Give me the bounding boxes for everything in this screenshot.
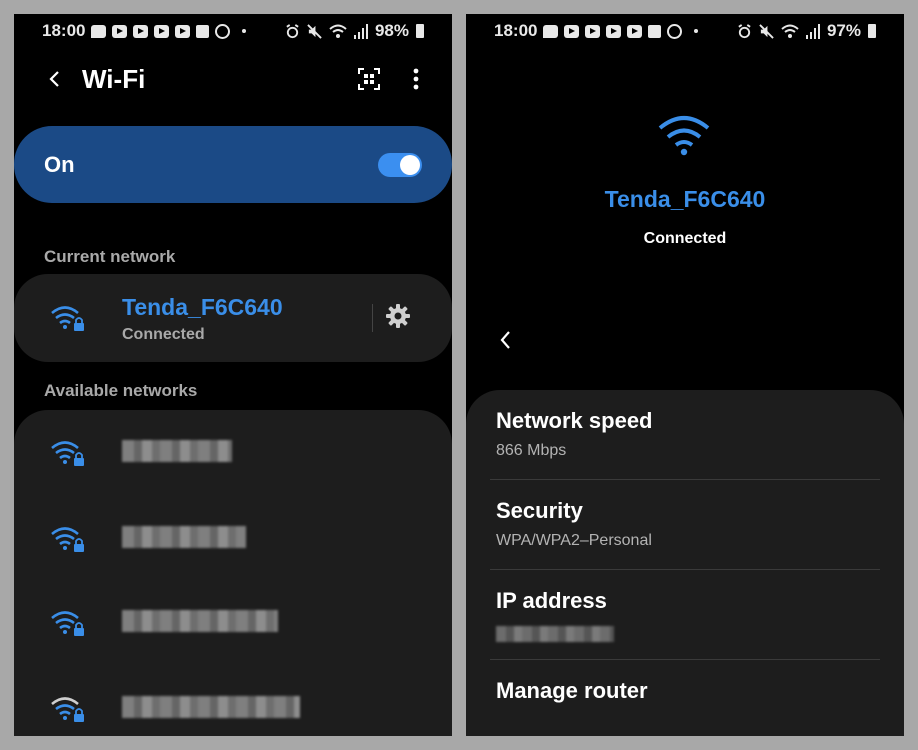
redacted-network-name — [122, 610, 278, 632]
youtube-notification-icon — [606, 24, 622, 38]
current-network-name: Tenda_F6C640 — [122, 294, 283, 320]
youtube-notification-icon — [175, 24, 191, 38]
alarm-icon — [738, 23, 751, 38]
mute-icon — [307, 23, 322, 39]
youtube-notification-icon — [585, 24, 601, 38]
wifi-toggle-switch[interactable] — [378, 152, 422, 177]
back-arrow-icon[interactable] — [494, 327, 518, 353]
more-vert-icon[interactable] — [406, 66, 426, 92]
ip-address-row: IP address — [490, 570, 880, 660]
signal-icon — [353, 23, 368, 39]
network-details-card: Network speed 866 Mbps Security WPA/WPA2… — [466, 390, 904, 736]
network-row[interactable] — [14, 580, 452, 664]
network-speed-row: Network speed 866 Mbps — [490, 390, 880, 480]
alarm-icon — [286, 23, 299, 38]
network-details-screen: 18:00 97% Tenda_F6C640 Connected Network… — [466, 14, 904, 736]
battery-icon — [416, 24, 424, 38]
wifi-status-icon — [329, 24, 347, 38]
wifi-toggle-card[interactable]: On — [14, 126, 452, 203]
security-row: Security WPA/WPA2–Personal — [490, 480, 880, 570]
wifi-lock-icon — [51, 441, 84, 466]
youtube-notification-icon — [627, 24, 643, 38]
current-network-card[interactable]: Tenda_F6C640 Connected — [14, 274, 452, 362]
network-row[interactable] — [14, 666, 452, 736]
status-time: 18:00 — [42, 21, 86, 40]
wifi-large-icon — [658, 116, 710, 156]
youtube-notification-icon — [112, 24, 128, 38]
available-networks-header: Available networks — [44, 381, 198, 400]
sync-icon — [667, 23, 683, 39]
current-network-header: Current network — [44, 247, 176, 266]
security-value: WPA/WPA2–Personal — [496, 532, 652, 549]
qr-scan-icon[interactable] — [356, 66, 382, 92]
battery-percent: 98% — [374, 21, 409, 40]
network-name-title: Tenda_F6C640 — [604, 186, 766, 212]
linkedin-notification-icon — [196, 24, 210, 38]
back-arrow-icon[interactable] — [40, 64, 70, 94]
manage-router-label: Manage router — [496, 678, 648, 703]
battery-percent: 97% — [826, 21, 861, 40]
battery-icon — [868, 24, 876, 38]
status-bar: 18:00 97% — [466, 14, 904, 48]
signal-icon — [805, 23, 820, 39]
wifi-status-icon — [781, 24, 799, 38]
redacted-network-name — [122, 440, 232, 462]
gear-icon[interactable] — [385, 303, 411, 329]
status-time: 18:00 — [494, 21, 538, 40]
youtube-notification-icon — [564, 24, 580, 38]
redacted-ip-value — [496, 626, 614, 642]
network-speed-label: Network speed — [496, 408, 653, 433]
sync-icon — [215, 23, 231, 39]
network-speed-value: 866 Mbps — [496, 442, 567, 459]
switch-knob — [400, 154, 420, 175]
mute-icon — [759, 23, 774, 39]
youtube-notification-icon — [154, 24, 170, 38]
redacted-network-name — [122, 526, 246, 548]
message-notification-icon — [91, 24, 107, 38]
app-bar: Wi-Fi — [14, 58, 452, 102]
wifi-lock-icon — [51, 611, 84, 636]
wifi-lock-weak-icon — [51, 697, 84, 722]
network-row[interactable] — [14, 410, 452, 494]
current-network-status: Connected — [122, 326, 205, 343]
wifi-lock-icon — [51, 306, 84, 331]
message-notification-icon — [543, 24, 559, 38]
manage-router-row[interactable]: Manage router — [490, 660, 880, 736]
more-notifications-dot-icon — [694, 29, 699, 33]
network-connection-status: Connected — [643, 230, 727, 247]
divider — [372, 304, 373, 332]
status-bar: 18:00 98% — [14, 14, 452, 48]
security-label: Security — [496, 498, 583, 523]
page-title: Wi-Fi — [82, 64, 146, 94]
available-networks-list — [14, 410, 452, 736]
more-notifications-dot-icon — [242, 29, 247, 33]
ip-address-label: IP address — [496, 588, 607, 613]
wifi-lock-icon — [51, 527, 84, 552]
toggle-label: On — [44, 151, 75, 177]
wifi-settings-screen: 18:00 98% Wi-Fi On Current network Tenda… — [14, 14, 452, 736]
network-row[interactable] — [14, 496, 452, 580]
redacted-network-name — [122, 696, 300, 718]
youtube-notification-icon — [133, 24, 149, 38]
linkedin-notification-icon — [648, 24, 662, 38]
